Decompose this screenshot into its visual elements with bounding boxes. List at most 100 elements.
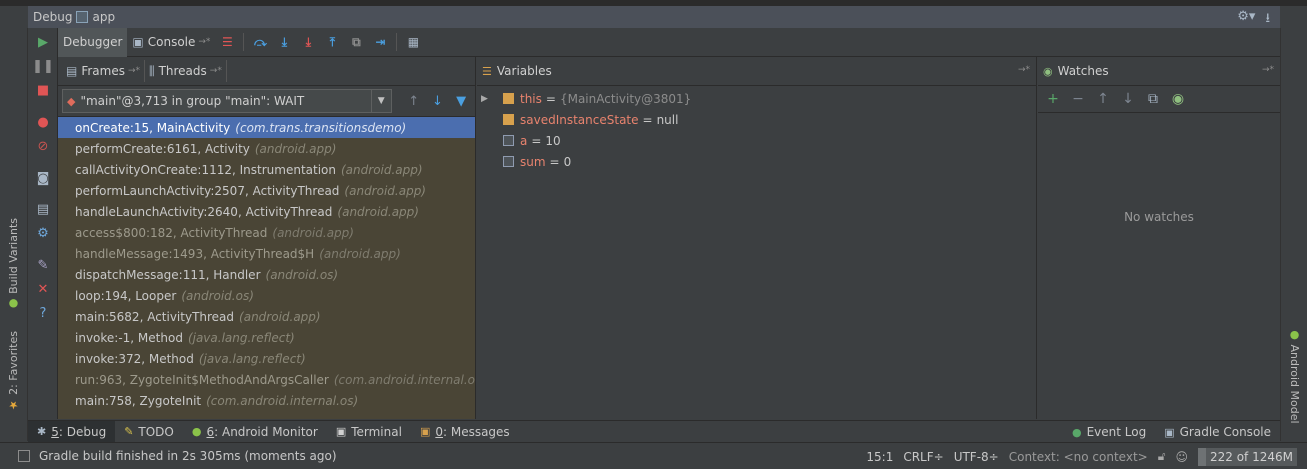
frame-row[interactable]: handleMessage:1493, ActivityThread$H (and… [58,243,475,264]
console-icon: ▣ [132,35,144,49]
frame-method: callActivityOnCreate:1112, Instrumentati… [75,162,336,177]
variable-row[interactable]: sum = 0 [477,151,1036,172]
pause-icon[interactable]: ❚❚ [32,58,54,74]
frame-row[interactable]: performLaunchActivity:2507, ActivityThre… [58,180,475,201]
tab-debug[interactable]: ✱ 5: Debug [28,420,116,443]
frame-method: loop:194, Looper [75,288,177,303]
add-icon[interactable]: + [1044,90,1062,108]
favorites-tab[interactable]: ★ 2: Favorites [7,331,20,411]
drop-frame-icon[interactable]: ⧉ [347,33,365,51]
tab-debugger[interactable]: Debugger [58,27,128,57]
expand-icon[interactable]: ▶ [481,94,488,104]
status-bar: Gradle build finished in 2s 305ms (momen… [0,442,1307,469]
tab-gradle-console-label: Gradle Console [1179,425,1271,439]
frame-row[interactable]: performCreate:6161, Activity (android.app… [58,138,475,159]
variable-value: {MainActivity@3801} [559,91,692,106]
frame-row[interactable]: main:758, ZygoteInit (com.android.interna… [58,390,475,411]
settings-icon[interactable]: ⚙ [35,225,51,241]
force-step-into-icon[interactable]: ⤓ [299,33,317,51]
frame-method: performCreate:6161, Activity [75,141,250,156]
frame-row[interactable]: loop:194, Looper (android.os) [58,285,475,306]
run-to-cursor-icon[interactable]: ⇥ [371,33,389,51]
filter-icon[interactable]: ▼ [451,91,471,111]
step-into-icon[interactable]: ⤓ [275,33,293,51]
frame-row[interactable]: callActivityOnCreate:1112, Instrumentati… [58,159,475,180]
tab-terminal[interactable]: ▣ Terminal [327,421,411,443]
frame-package: (android.app) [272,225,354,240]
copy-icon[interactable]: ⧉ [1144,90,1162,108]
frame-package: (com.android.internal.os) [333,372,475,387]
arrow-up-icon[interactable]: ↑ [1094,90,1112,108]
tab-android-monitor-label: : Android Monitor [214,424,318,439]
variable-value: 0 [563,154,572,169]
tab-todo[interactable]: ✎ TODO [115,421,183,443]
step-out-icon[interactable]: ⤒ [323,33,341,51]
watches-title: Watches [1057,64,1109,78]
tab-threads[interactable]: ⫼ Threads →* [145,60,227,82]
watch-icon[interactable]: ◉ [1169,90,1187,108]
mute-breakpoints-icon[interactable]: ⊘ [35,138,51,154]
frame-row[interactable]: main:5682, ActivityThread (android.app) [58,306,475,327]
variables-panel: ☰ Variables →* ▶ this = {MainActivity@3801}… [477,57,1037,419]
frame-row[interactable]: access$800:182, ActivityThread (android.a… [58,222,475,243]
step-over-icon[interactable]: ⤼ [251,33,269,51]
inspector-icon[interactable]: ☺︎ [1175,450,1188,464]
arrow-up-icon[interactable]: ↑ [404,91,424,111]
frames-threads-tabs: ▤ Frames →* ⫼ Threads →* [58,57,475,86]
variable-row[interactable]: a = 10 [477,130,1036,151]
show-execution-point-icon[interactable]: ☰ [218,33,236,51]
variable-row[interactable]: savedInstanceState = null [477,109,1036,130]
frame-row[interactable]: invoke:-1, Method (java.lang.reflect) [58,327,475,348]
caret-position[interactable]: 15:1 [866,450,893,464]
layout-icon[interactable]: ▤ [35,201,51,217]
watches-panel: ◉ Watches →* + − ↑ ↓ ⧉ ◉ No watches [1038,57,1280,419]
thread-selector[interactable]: ◆ "main"@3,713 in group "main": WAIT ▼ [62,89,392,113]
resume-icon[interactable]: ▶ [35,34,51,50]
close-icon[interactable]: ✕ [35,281,51,297]
tab-console[interactable]: ▣ Console →* [127,28,215,57]
frame-package: (android.app) [254,141,337,156]
tab-android-monitor[interactable]: ● 6: Android Monitor [183,421,327,443]
tool-windows-toggle[interactable] [18,450,30,462]
memory-indicator[interactable]: 222 of 1246M [1198,447,1297,466]
tab-event-log[interactable]: ● Event Log [1063,421,1155,443]
line-separator[interactable]: CRLF÷ [903,450,943,464]
chevron-down-icon[interactable]: ▼ [370,90,391,112]
frame-row[interactable]: onCreate:15, MainActivity (com.trans.tran… [58,117,475,138]
stop-icon[interactable]: ■ [35,82,51,98]
frame-row[interactable]: run:963, ZygoteInit$MethodAndArgsCaller (… [58,369,475,390]
frame-list: onCreate:15, MainActivity (com.trans.tran… [58,117,475,419]
variable-row[interactable]: ▶ this = {MainActivity@3801} [477,88,1036,109]
tab-frames[interactable]: ▤ Frames →* [62,60,146,82]
event-log-icon: ● [1071,425,1082,439]
camera-icon[interactable]: ◙ [35,170,51,186]
frame-row[interactable]: handleLaunchActivity:2640, ActivityThrea… [58,201,475,222]
pin-icon[interactable]: ✎ [35,257,51,273]
frame-method: run:963, ZygoteInit$MethodAndArgsCaller [75,372,329,387]
variable-operator: = [531,133,542,148]
arrow-down-icon[interactable]: ↓ [428,91,448,111]
tab-gradle-console[interactable]: ▣ Gradle Console [1155,421,1280,443]
help-icon[interactable]: ? [35,305,51,321]
tab-debug-mnemonic: 5 [51,424,59,439]
build-variants-tab[interactable]: ● Build Variants [7,218,20,310]
android-model-tab[interactable]: ● Android Model [1288,328,1301,424]
file-encoding[interactable]: UTF-8÷ [954,450,999,464]
view-breakpoints-icon[interactable]: ● [35,114,51,130]
lock-icon[interactable]: 🔓︎ [1158,449,1166,464]
tab-messages[interactable]: ▣ 0: Messages [411,421,519,443]
gradle-icon: ▣ [1164,425,1175,439]
frame-method: onCreate:15, MainActivity [75,120,231,135]
frames-icon: ▤ [66,64,78,78]
frame-package: (android.app) [337,204,419,219]
primitive-field-icon [503,156,514,167]
frame-package: (android.app) [341,162,423,177]
build-variants-label: Build Variants [7,218,20,294]
frame-method: main:5682, ActivityThread [75,309,235,324]
evaluate-expression-icon[interactable]: ▦ [404,33,422,51]
frame-row[interactable]: dispatchMessage:111, Handler (android.os) [58,264,475,285]
frame-row[interactable]: invoke:372, Method (java.lang.reflect) [58,348,475,369]
frame-package: (android.app) [344,183,426,198]
arrow-down-icon[interactable]: ↓ [1119,90,1137,108]
remove-icon[interactable]: − [1069,90,1087,108]
